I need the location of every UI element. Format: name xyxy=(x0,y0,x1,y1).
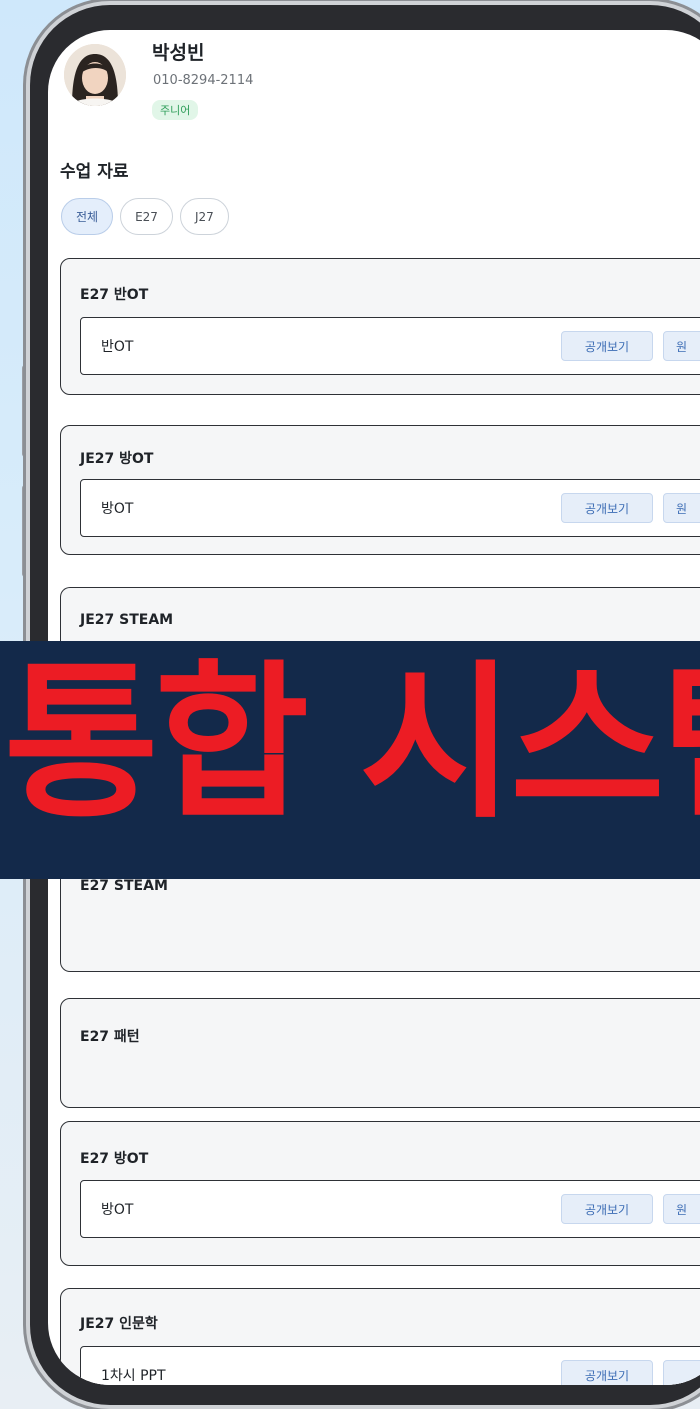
level-badge: 주니어 xyxy=(152,100,199,120)
section-title: 수업 자료 xyxy=(60,162,129,182)
material-name: 반OT xyxy=(101,339,134,355)
original-button[interactable]: 원 xyxy=(663,1194,700,1224)
public-view-button[interactable]: 공개보기 xyxy=(561,493,653,523)
material-row: 방OT 공개보기 원 xyxy=(80,479,700,537)
filter-chips: 전체 E27 J27 xyxy=(61,198,229,235)
filter-chip-j27[interactable]: J27 xyxy=(179,198,229,235)
material-name: 1차시 PPT xyxy=(101,1368,166,1384)
class-card: JE27 인문학 1차시 PPT 공개보기 xyxy=(60,1288,700,1385)
class-card: E27 방OT 방OT 공개보기 원 xyxy=(60,1121,700,1266)
card-title: JE27 STEAM xyxy=(80,612,174,628)
avatar xyxy=(64,44,126,106)
original-button[interactable]: 원 xyxy=(663,331,700,361)
profile-name: 박성빈 xyxy=(152,42,205,64)
banner-text: 통합 시스템 xyxy=(4,645,700,841)
material-row: 방OT 공개보기 원 xyxy=(80,1180,700,1238)
public-view-button[interactable]: 공개보기 xyxy=(561,1194,653,1224)
public-view-button[interactable]: 공개보기 xyxy=(561,331,653,361)
class-card: E27 패턴 xyxy=(60,998,700,1108)
original-button[interactable] xyxy=(663,1360,700,1385)
class-card: E27 반OT 반OT 공개보기 원 xyxy=(60,258,700,395)
class-card: JE27 방OT 방OT 공개보기 원 xyxy=(60,425,700,555)
profile-phone: 010-8294-2114 xyxy=(153,73,254,88)
material-name: 방OT xyxy=(101,1202,134,1218)
material-row: 1차시 PPT 공개보기 xyxy=(80,1346,700,1385)
card-title: E27 반OT xyxy=(80,287,149,303)
card-title: E27 패턴 xyxy=(80,1029,140,1045)
phone-side-button-top xyxy=(22,365,29,457)
card-title: E27 STEAM xyxy=(80,878,168,894)
card-title: JE27 인문학 xyxy=(80,1316,158,1332)
card-title: E27 방OT xyxy=(80,1151,149,1167)
material-name: 방OT xyxy=(101,501,134,517)
public-view-button[interactable]: 공개보기 xyxy=(561,1360,653,1385)
promo-banner: 통합 시스템 xyxy=(0,641,700,879)
phone-side-button-bottom xyxy=(22,485,29,577)
material-row: 반OT 공개보기 원 xyxy=(80,317,700,375)
card-title: JE27 방OT xyxy=(80,451,154,467)
original-button[interactable]: 원 xyxy=(663,493,700,523)
filter-chip-all[interactable]: 전체 xyxy=(61,198,114,235)
filter-chip-e27[interactable]: E27 xyxy=(120,198,173,235)
